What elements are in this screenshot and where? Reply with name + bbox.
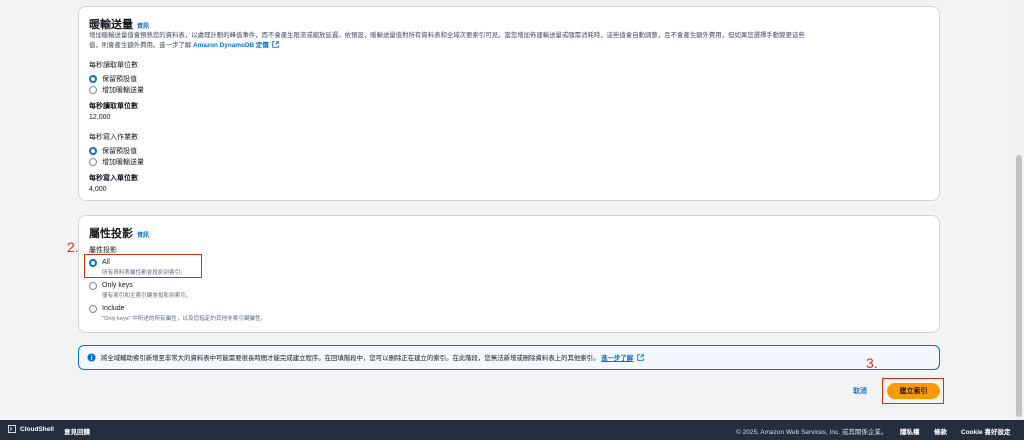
projection-option-include[interactable]: Include "Only keys" 中所述的所有屬性，以及您指定的其他非索引… [89, 303, 266, 322]
cancel-button[interactable]: 取消 [853, 386, 867, 396]
read-value: 12,000 [89, 114, 111, 121]
radio-unselected-icon [89, 304, 97, 313]
info-icon [87, 353, 96, 362]
console-footer: CloudShell 意見回饋 © 2025, Amazon Web Servi… [0, 420, 1024, 440]
attribute-projection-card: 屬性投影 資訊 屬性投影 All 所有資料表屬性都會投影到索引。 Only ke… [78, 215, 940, 333]
cookie-preferences-link[interactable]: Cookie 喜好設定 [961, 426, 1010, 436]
annotation-step-3: 3. [866, 355, 878, 371]
page: 暖輸送量 資訊 增加暖輸送量值會預熱您的資料表，以處理計劃的峰值事件，而不會產生… [0, 0, 1014, 420]
external-link-icon [637, 354, 644, 361]
attribute-projection-title: 屬性投影 [89, 228, 133, 240]
radio-unselected-icon [89, 281, 97, 290]
banner-text: 將全域輔助索引新增至非常大的資料表中可能需要很長時間才能完成建立程序。在回填階段… [101, 355, 600, 362]
radio-selected-icon [89, 74, 97, 83]
terminal-icon [8, 425, 16, 433]
annotation-highlight-all-option [84, 254, 202, 278]
projection-option-only-keys[interactable]: Only keys 僅有索引和主索引鍵會投影到索引。 [89, 280, 192, 299]
radio-selected-icon [89, 146, 97, 155]
read-option-default[interactable]: 保留預設值 [89, 73, 144, 84]
read-option-increase[interactable]: 增加暖輸送量 [89, 84, 144, 95]
write-option-increase[interactable]: 增加暖輸送量 [89, 156, 144, 167]
pricing-link[interactable]: Amazon DynamoDB 定價 [193, 42, 269, 49]
learn-more-link[interactable]: 進一步了解 [601, 355, 633, 362]
info-banner: 將全域輔助索引新增至非常大的資料表中可能需要很長時間才能完成建立程序。在回填階段… [78, 345, 940, 370]
write-option-default[interactable]: 保留預設值 [89, 145, 144, 156]
write-value-label: 每秒寫入單位數 [89, 175, 138, 182]
annotation-step-2: 2. [67, 239, 79, 255]
read-value-label: 每秒讀取單位數 [89, 103, 138, 110]
info-link[interactable]: 資訊 [137, 230, 149, 239]
read-units-label: 每秒讀取單位數 [89, 62, 138, 69]
external-link-icon [272, 40, 280, 48]
radio-unselected-icon [89, 157, 97, 166]
scrollbar-thumb[interactable] [1016, 155, 1022, 417]
write-value: 4,000 [89, 186, 107, 193]
warm-throughput-title: 暖輸送量 [89, 19, 133, 31]
write-ops-label: 每秒寫入作業數 [89, 134, 138, 141]
copyright-text: © 2025, Amazon Web Services, Inc. 或其關係企業… [736, 429, 888, 436]
create-index-button[interactable]: 建立索引 [887, 383, 940, 399]
feedback-link[interactable]: 意見回饋 [64, 426, 90, 436]
terms-link[interactable]: 條款 [934, 426, 947, 436]
warm-throughput-description: 增加暖輸送量值會預熱您的資料表，以處理計劃的峰值事件，而不會產生限流或縮放延遲。… [89, 32, 805, 49]
warm-throughput-card: 暖輸送量 資訊 增加暖輸送量值會預熱您的資料表，以處理計劃的峰值事件，而不會產生… [78, 6, 940, 201]
privacy-link[interactable]: 隱私權 [900, 426, 920, 436]
cloudshell-button[interactable]: CloudShell [8, 425, 54, 433]
radio-unselected-icon [89, 85, 97, 94]
info-link[interactable]: 資訊 [137, 21, 149, 30]
